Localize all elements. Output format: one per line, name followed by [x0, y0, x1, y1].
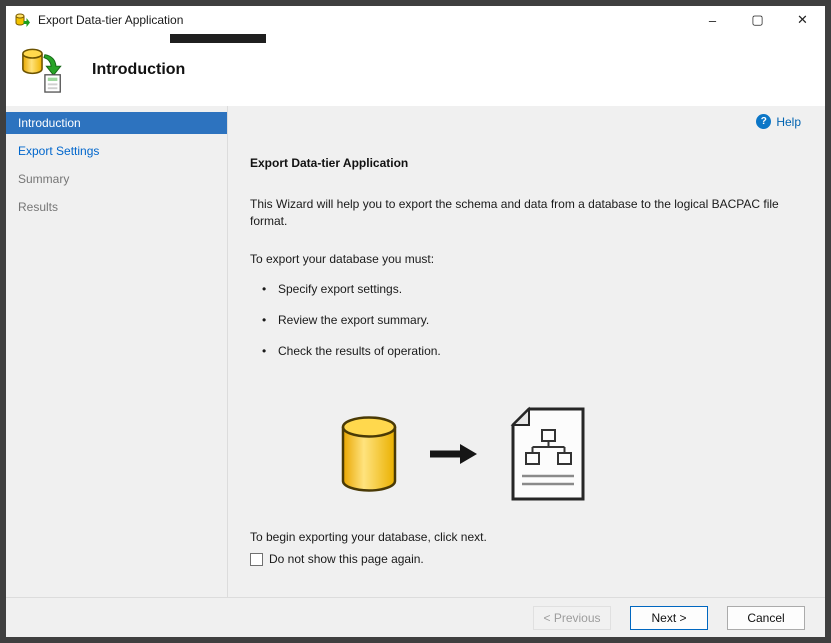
export-database-icon	[22, 48, 62, 93]
sidebar-item-export-settings[interactable]: Export Settings	[6, 140, 227, 162]
help-label: Help	[776, 114, 801, 129]
wizard-description: This Wizard will help you to export the …	[250, 197, 779, 228]
sidebar-item-results: Results	[18, 200, 59, 214]
window-title: Export Data-tier Application	[38, 13, 184, 27]
begin-text: To begin exporting your database, click …	[250, 530, 487, 544]
dont-show-again-row: Do not show this page again.	[250, 552, 424, 566]
background-artifact	[170, 34, 266, 43]
help-icon: ?	[756, 114, 772, 129]
export-illustration	[340, 406, 586, 502]
export-wizard-window: Export Data-tier Application – ▢ ✕ Intro…	[6, 6, 825, 637]
sidebar-item-summary: Summary	[18, 172, 70, 186]
button-bar: < Previous Next > Cancel	[6, 597, 825, 637]
next-button[interactable]: Next >	[630, 605, 708, 630]
minimize-button[interactable]: –	[690, 6, 735, 34]
help-link[interactable]: ? Help	[756, 114, 801, 129]
list-item: Check the results of operation.	[228, 342, 441, 360]
wizard-steps-sidebar: Introduction Export Settings Summary Res…	[6, 106, 227, 597]
title-bar: Export Data-tier Application – ▢ ✕	[6, 6, 825, 34]
screen: Export Data-tier Application – ▢ ✕ Intro…	[0, 0, 831, 643]
maximize-button[interactable]: ▢	[735, 6, 780, 34]
content-heading: Export Data-tier Application	[250, 156, 409, 170]
requirements-intro: To export your database you must:	[250, 252, 435, 266]
requirements-list: Specify export settings. Review the expo…	[228, 280, 441, 373]
dont-show-again-checkbox[interactable]	[250, 552, 263, 566]
wizard-header: Introduction	[6, 34, 825, 106]
database-cylinder-icon	[341, 416, 397, 492]
sidebar-item-introduction[interactable]: Introduction	[6, 112, 227, 134]
app-database-icon	[15, 13, 30, 27]
content-pane: ? Help Export Data-tier Application This…	[227, 106, 825, 597]
list-item: Specify export settings.	[228, 280, 441, 298]
cancel-button[interactable]: Cancel	[727, 605, 805, 630]
window-controls: – ▢ ✕	[690, 6, 825, 34]
previous-button: < Previous	[533, 605, 611, 630]
close-button[interactable]: ✕	[780, 6, 825, 34]
bacpac-file-icon	[510, 406, 585, 501]
right-arrow-icon	[430, 444, 477, 464]
wizard-body: Introduction Export Settings Summary Res…	[6, 106, 825, 597]
dont-show-again-label: Do not show this page again.	[269, 552, 424, 566]
page-title: Introduction	[92, 61, 186, 78]
list-item: Review the export summary.	[228, 311, 441, 329]
